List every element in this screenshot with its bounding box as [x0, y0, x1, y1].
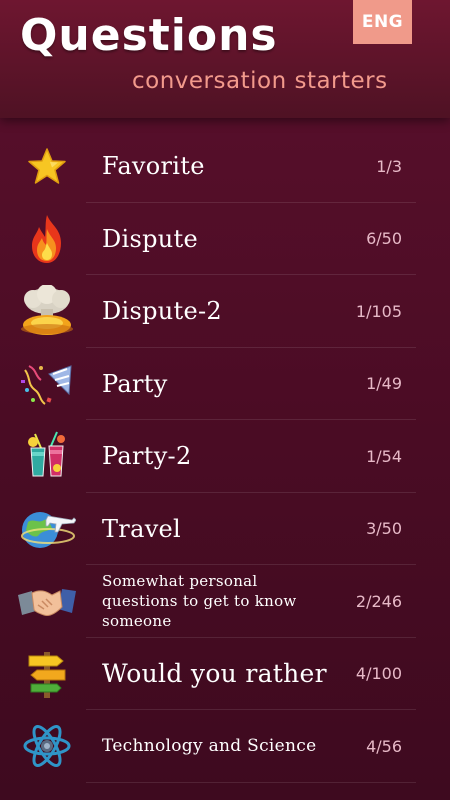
category-label: Somewhat personal questions to get to kn…	[102, 572, 297, 630]
category-item-dispute[interactable]: Dispute 6/50	[0, 203, 450, 276]
signpost-icon	[18, 648, 76, 700]
category-label: Would you rather	[102, 659, 327, 688]
fire-icon	[18, 213, 76, 265]
category-item-technology-science[interactable]: Technology and Science 4/56	[0, 710, 450, 783]
category-count: 3/50	[366, 519, 402, 538]
category-list: Favorite 1/3 Dispute 6/50 Dispute-2 1/10…	[0, 130, 450, 783]
category-count: 6/50	[366, 229, 402, 248]
explosion-icon	[18, 285, 76, 337]
category-label: Party	[102, 369, 168, 398]
category-count: 1/54	[366, 446, 402, 466]
handshake-icon	[18, 575, 76, 627]
star-icon	[18, 140, 76, 192]
category-item-party[interactable]: Party 1/49	[0, 348, 450, 421]
app-title: Questions	[20, 10, 278, 61]
category-label: Party-2	[102, 442, 192, 470]
category-item-travel[interactable]: Travel 3/50	[0, 493, 450, 566]
category-count: 4/100	[355, 664, 402, 683]
app-screen: Questions conversation starters ENG Favo…	[0, 0, 450, 800]
app-subtitle: conversation starters	[132, 68, 388, 94]
category-item-dispute-2[interactable]: Dispute-2 1/105	[0, 275, 450, 348]
language-button[interactable]: ENG	[353, 0, 412, 44]
cocktails-icon	[18, 430, 76, 482]
category-item-personal-questions[interactable]: Somewhat personal questions to get to kn…	[0, 565, 450, 638]
category-label: Technology and Science	[102, 736, 317, 756]
category-count: 4/56	[366, 736, 402, 756]
atom-icon	[18, 720, 76, 772]
category-count: 2/246	[355, 591, 402, 611]
category-count: 1/105	[355, 301, 402, 321]
category-count: 1/49	[366, 374, 402, 393]
airplane-globe-icon	[18, 503, 76, 555]
category-item-party-2[interactable]: Party-2 1/54	[0, 420, 450, 493]
category-label: Travel	[102, 514, 182, 543]
category-count: 1/3	[376, 156, 402, 176]
app-header: Questions conversation starters ENG	[0, 0, 450, 118]
party-popper-icon	[18, 358, 76, 410]
category-label: Favorite	[102, 152, 205, 180]
category-item-favorite[interactable]: Favorite 1/3	[0, 130, 450, 203]
category-label: Dispute	[102, 224, 199, 253]
category-label: Dispute-2	[102, 297, 222, 325]
category-item-would-you-rather[interactable]: Would you rather 4/100	[0, 638, 450, 711]
